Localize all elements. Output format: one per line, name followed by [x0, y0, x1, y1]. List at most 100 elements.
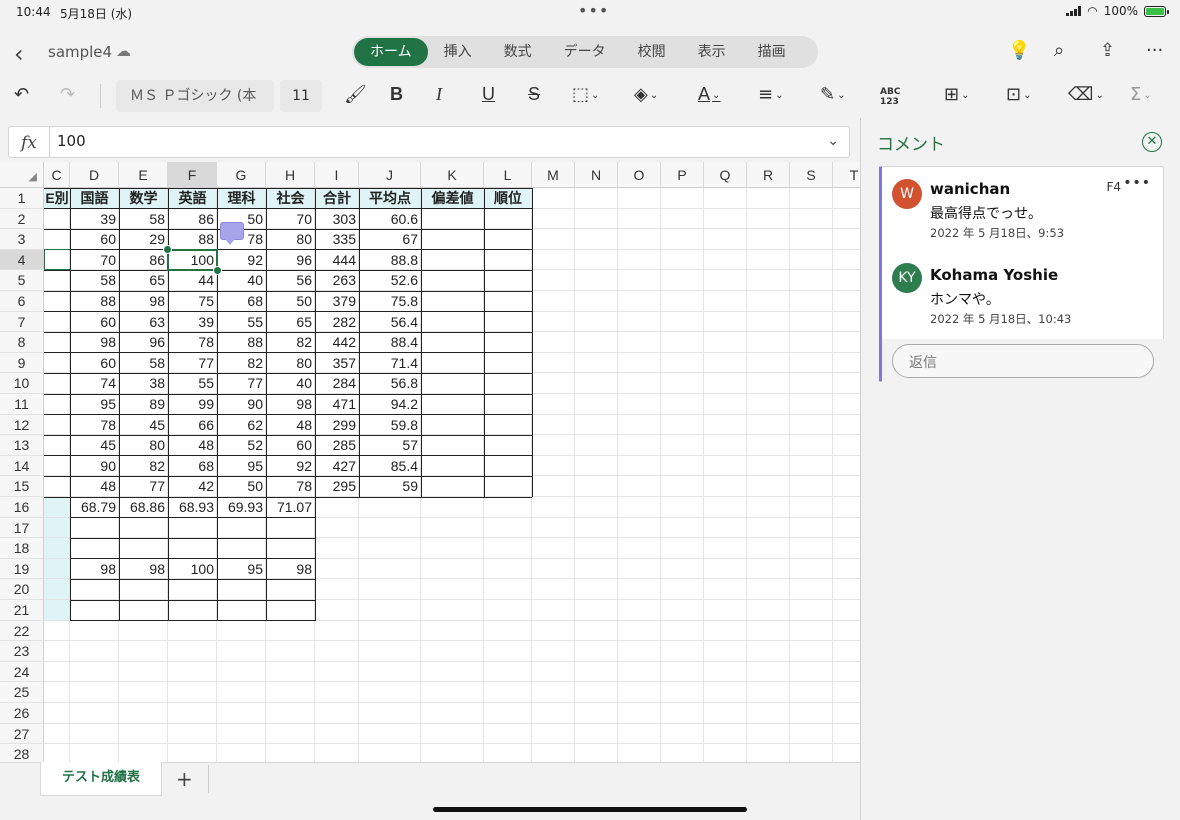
table-cell[interactable]: 66 — [168, 415, 217, 436]
table-cell[interactable]: 29 — [119, 229, 168, 250]
table-cell[interactable]: 39 — [70, 209, 119, 230]
eraser-icon[interactable]: ⌫ ⌄ — [1068, 84, 1104, 105]
table-cell[interactable]: 74 — [70, 373, 119, 394]
table-cell[interactable]: 68.93 — [168, 497, 217, 518]
table-cell[interactable]: 71.4 — [359, 353, 421, 374]
table-cell[interactable]: 71.07 — [266, 497, 315, 518]
table-cell[interactable]: 80 — [119, 435, 168, 456]
column-header[interactable]: H — [266, 162, 315, 188]
add-sheet-icon[interactable]: + — [176, 767, 193, 791]
table-cell[interactable]: 59.8 — [359, 415, 421, 436]
table-cell[interactable]: 58 — [70, 270, 119, 291]
table-header-cell[interactable]: 平均点 — [359, 188, 421, 209]
column-header[interactable]: T — [833, 162, 860, 188]
multitask-dots-icon[interactable]: ••• — [578, 1, 609, 20]
table-cell[interactable]: 38 — [119, 373, 168, 394]
row-header[interactable]: 7 — [0, 311, 44, 333]
row-header[interactable]: 14 — [0, 455, 44, 477]
table-cell[interactable]: 86 — [119, 250, 168, 271]
cloud-sync-icon[interactable]: ☁ — [116, 42, 131, 60]
selection-handle[interactable] — [163, 244, 172, 254]
table-cell[interactable]: 65 — [119, 270, 168, 291]
table-cell[interactable]: 95 — [70, 394, 119, 415]
table-cell[interactable]: 70 — [266, 209, 315, 230]
row-header[interactable]: 20 — [0, 579, 44, 600]
table-cell[interactable]: 75.8 — [359, 291, 421, 312]
table-cell[interactable]: 70 — [70, 250, 119, 271]
table-cell[interactable]: 335 — [315, 229, 359, 250]
table-cell[interactable]: 68.79 — [70, 497, 119, 518]
spreadsheet-grid[interactable]: ◢ C D E F G H I J K L M N O P Q R S T 1 2 3 4 5 6 7 8 9 10 11 12 13 14 15… — [0, 162, 860, 762]
table-cell[interactable]: 98 — [266, 559, 315, 580]
table-cell[interactable]: 444 — [315, 250, 359, 271]
table-cell[interactable]: 88 — [168, 229, 217, 250]
table-cell[interactable]: 65 — [266, 312, 315, 333]
row-header[interactable]: 13 — [0, 435, 44, 456]
row-header[interactable]: 5 — [0, 270, 44, 291]
column-header[interactable]: E — [119, 162, 168, 188]
tab-formulas[interactable]: 数式 — [488, 38, 548, 66]
comment-indicator-icon[interactable] — [220, 221, 244, 245]
column-header[interactable]: G — [217, 162, 266, 188]
table-cell[interactable]: 45 — [70, 435, 119, 456]
table-cell[interactable]: 80 — [266, 229, 315, 250]
strikethrough-icon[interactable]: S — [528, 84, 540, 105]
table-cell[interactable]: 98 — [70, 332, 119, 353]
table-cell[interactable]: 45 — [119, 415, 168, 436]
table-header-cell[interactable]: 偏差値 — [421, 188, 484, 209]
column-header[interactable]: K — [421, 162, 484, 188]
table-header-cell[interactable]: 英語 — [168, 188, 217, 209]
table-cell[interactable]: 88 — [217, 332, 266, 353]
table-cell[interactable]: 60 — [70, 312, 119, 333]
table-cell[interactable]: 56.8 — [359, 373, 421, 394]
formula-value[interactable]: 100 — [57, 132, 86, 150]
sum-icon[interactable]: Σ ⌄ — [1130, 84, 1152, 105]
table-cell[interactable]: 56 — [266, 270, 315, 291]
table-cell[interactable]: 427 — [315, 456, 359, 477]
row-header[interactable]: 26 — [0, 703, 44, 724]
table-cell[interactable]: 77 — [168, 353, 217, 374]
bold-icon[interactable]: B — [390, 84, 403, 105]
table-cell[interactable]: 68 — [168, 456, 217, 477]
table-header-cell[interactable]: E別 — [44, 188, 70, 209]
row-header[interactable]: 28 — [0, 744, 44, 762]
table-cell[interactable]: 90 — [70, 456, 119, 477]
row-header[interactable]: 2 — [0, 208, 44, 230]
column-header[interactable]: F — [168, 162, 217, 188]
table-header-cell[interactable]: 合計 — [315, 188, 359, 209]
table-cell[interactable]: 94.2 — [359, 394, 421, 415]
table-cell[interactable]: 62 — [217, 415, 266, 436]
table-cell[interactable]: 96 — [119, 332, 168, 353]
table-cell[interactable]: 59 — [359, 476, 421, 497]
redo-icon[interactable]: ↷ — [60, 84, 75, 105]
sheet-tab[interactable]: テスト成績表 — [40, 762, 162, 796]
chevron-down-icon[interactable]: ⌄ — [827, 133, 839, 149]
row-header[interactable]: 24 — [0, 661, 44, 683]
column-header[interactable]: D — [70, 162, 119, 188]
cell-size-icon[interactable]: ⊡ ⌄ — [1006, 84, 1031, 105]
table-header-cell[interactable]: 国語 — [70, 188, 119, 209]
comment-more-icon[interactable]: ••• — [1123, 175, 1151, 191]
row-header[interactable]: 3 — [0, 229, 44, 250]
back-icon[interactable]: ‹ — [14, 40, 24, 68]
table-cell[interactable]: 44 — [168, 270, 217, 291]
table-cell[interactable]: 56.4 — [359, 312, 421, 333]
table-cell[interactable]: 55 — [168, 373, 217, 394]
table-cell[interactable]: 99 — [168, 394, 217, 415]
table-cell[interactable]: 90 — [217, 394, 266, 415]
column-header[interactable]: O — [618, 162, 661, 188]
table-header-cell[interactable]: 社会 — [266, 188, 315, 209]
close-icon[interactable]: ✕ — [1142, 132, 1162, 152]
row-header[interactable]: 21 — [0, 600, 44, 621]
table-cell[interactable]: 75 — [168, 291, 217, 312]
row-header[interactable]: 6 — [0, 291, 44, 312]
table-cell[interactable]: 284 — [315, 373, 359, 394]
table-cell[interactable]: 92 — [266, 456, 315, 477]
row-header[interactable]: 8 — [0, 332, 44, 353]
formula-bar[interactable]: fx 100 ⌄ — [8, 126, 850, 158]
tab-review[interactable]: 校閲 — [622, 38, 682, 66]
file-name[interactable]: sample4 — [48, 43, 112, 61]
table-cell[interactable]: 78 — [168, 332, 217, 353]
more-icon[interactable]: ··· — [1146, 40, 1163, 61]
row-header[interactable]: 17 — [0, 517, 44, 539]
